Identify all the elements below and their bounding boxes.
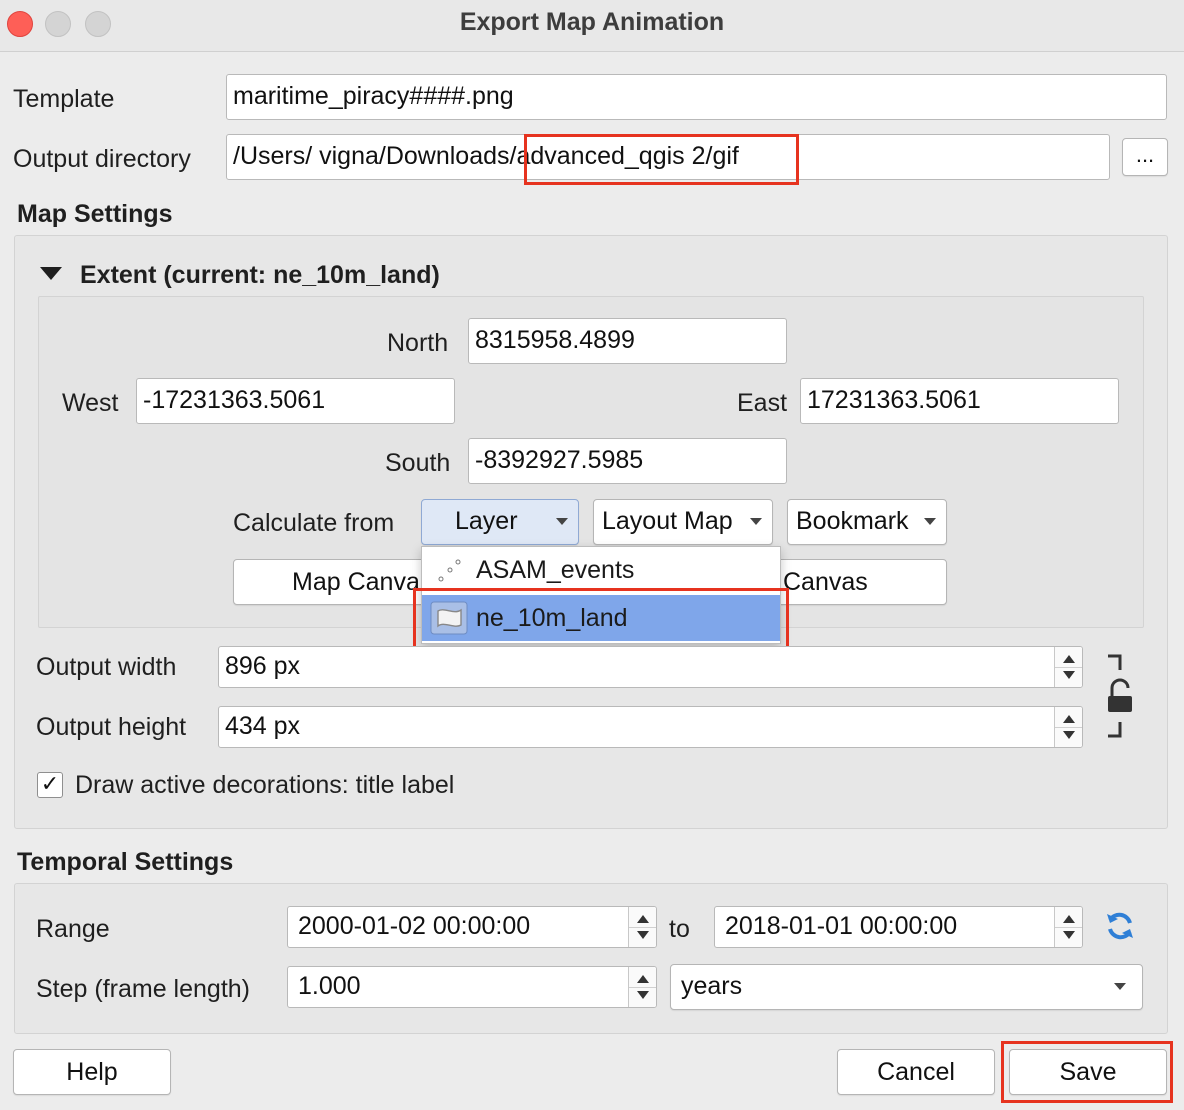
south-label: South [385, 449, 451, 477]
output-directory-prefix: /Users/ vigna/Downloads [233, 142, 510, 170]
range-end-value: 2018-01-01 00:00:00 [725, 912, 958, 940]
west-input[interactable]: -17231363.5061 [136, 378, 455, 424]
collapse-triangle-icon[interactable] [40, 267, 62, 280]
to-label: to [669, 915, 690, 943]
east-input[interactable]: 17231363.5061 [800, 378, 1119, 424]
browse-button[interactable]: ... [1122, 138, 1168, 176]
cancel-button[interactable]: Cancel [837, 1049, 995, 1095]
step-unit-dropdown[interactable]: years [670, 964, 1143, 1010]
output-width-stepper[interactable] [1054, 647, 1082, 687]
calculate-from-label: Calculate from [233, 509, 395, 537]
highlight-save-button [1001, 1041, 1173, 1103]
range-start-stepper[interactable] [628, 907, 656, 947]
layer-menu-item-asam-events[interactable]: ASAM_events [422, 552, 780, 590]
step-label: Step (frame length) [36, 975, 250, 1003]
point-layer-icon [438, 559, 461, 582]
layer-menu-item-label: ASAM_events [476, 556, 635, 584]
north-label: North [387, 329, 449, 357]
step-input[interactable]: 1.000 [287, 966, 657, 1008]
west-label: West [62, 389, 119, 417]
lock-aspect-ratio-icon[interactable] [1102, 652, 1138, 740]
range-end-stepper[interactable] [1054, 907, 1082, 947]
layer-dropdown-label: Layer [455, 507, 518, 535]
output-height-label: Output height [36, 713, 187, 741]
template-label: Template [13, 85, 115, 113]
north-input[interactable]: 8315958.4899 [468, 318, 787, 364]
temporal-settings-title: Temporal Settings [17, 848, 234, 876]
output-directory-label: Output directory [13, 145, 191, 173]
draw-decorations-checkbox[interactable]: ✓ [37, 772, 63, 798]
layout-map-dropdown[interactable]: Layout Map [593, 499, 773, 545]
chevron-down-icon [750, 518, 762, 525]
range-start-input[interactable]: 2000-01-02 00:00:00 [287, 906, 657, 948]
bookmark-dropdown-label: Bookmark [796, 507, 909, 535]
layer-dropdown[interactable]: Layer [421, 499, 579, 545]
output-height-spinbox[interactable]: 434 px [218, 706, 1083, 748]
step-value: 1.000 [298, 972, 361, 1000]
chevron-down-icon [556, 518, 568, 525]
step-unit-label: years [681, 972, 743, 1000]
extent-title: Extent (current: ne_10m_land) [80, 261, 440, 289]
east-label: East [737, 389, 788, 417]
output-width-value: 896 px [225, 652, 301, 680]
refresh-icon[interactable] [1104, 910, 1136, 942]
layout-map-dropdown-label: Layout Map [602, 507, 733, 535]
output-width-label: Output width [36, 653, 177, 681]
map-settings-title: Map Settings [17, 200, 173, 228]
output-height-stepper[interactable] [1054, 707, 1082, 747]
draw-decorations-label: Draw active decorations: title label [75, 771, 455, 799]
highlight-selected-layer [413, 588, 789, 649]
chevron-down-icon [1114, 983, 1126, 990]
highlight-output-suffix [524, 134, 799, 185]
chevron-down-icon [924, 518, 936, 525]
output-height-value: 434 px [225, 712, 301, 740]
help-button[interactable]: Help [13, 1049, 171, 1095]
south-input[interactable]: -8392927.5985 [468, 438, 787, 484]
step-stepper[interactable] [628, 967, 656, 1007]
window-title: Export Map Animation [459, 8, 725, 36]
bookmark-dropdown[interactable]: Bookmark [787, 499, 947, 545]
range-end-input[interactable]: 2018-01-01 00:00:00 [714, 906, 1083, 948]
range-start-value: 2000-01-02 00:00:00 [298, 912, 531, 940]
output-width-spinbox[interactable]: 896 px [218, 646, 1083, 688]
template-input[interactable]: maritime_piracy####.png [226, 74, 1167, 120]
range-label: Range [36, 915, 110, 943]
